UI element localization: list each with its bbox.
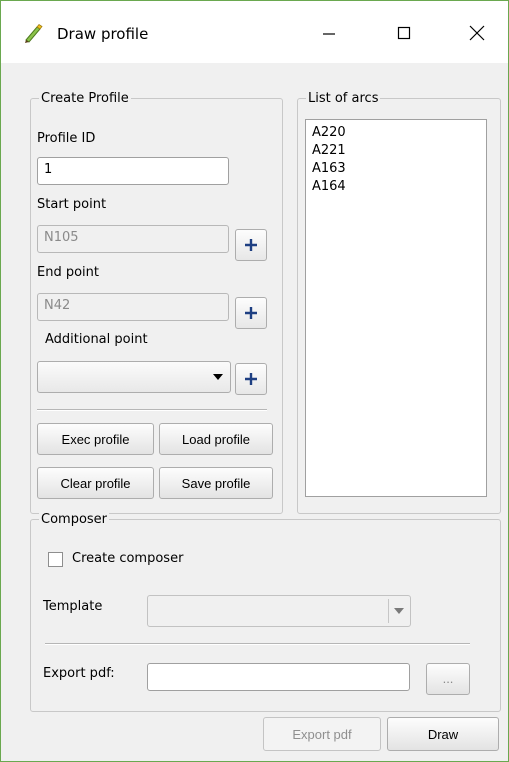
- export-pdf-label: Export pdf:: [43, 666, 115, 681]
- template-dropdown[interactable]: [147, 595, 411, 627]
- load-profile-button[interactable]: Load profile: [159, 423, 273, 455]
- close-icon: [469, 25, 485, 41]
- minimize-icon: [323, 33, 335, 35]
- maximize-icon: [397, 26, 411, 40]
- title-bar: Draw profile: [1, 1, 508, 63]
- profile-id-input[interactable]: 1: [37, 157, 229, 185]
- composer-separator: [45, 643, 470, 645]
- window-title: Draw profile: [57, 25, 149, 43]
- close-button[interactable]: [454, 15, 500, 51]
- profile-id-label: Profile ID: [37, 131, 96, 146]
- list-item[interactable]: A221: [312, 142, 480, 160]
- chevron-down-icon: [388, 599, 408, 623]
- plus-icon: [245, 307, 257, 319]
- create-composer-label[interactable]: Create composer: [72, 551, 183, 566]
- end-point-label: End point: [37, 265, 99, 280]
- create-profile-legend: Create Profile: [39, 90, 131, 107]
- export-pdf-button[interactable]: Export pdf: [263, 717, 381, 751]
- plus-icon: [245, 239, 257, 251]
- template-label: Template: [43, 599, 103, 614]
- add-additional-point-button[interactable]: [235, 363, 267, 395]
- save-profile-button[interactable]: Save profile: [159, 467, 273, 499]
- add-end-point-button[interactable]: [235, 297, 267, 329]
- create-profile-separator: [37, 409, 267, 411]
- additional-point-label: Additional point: [45, 332, 148, 347]
- chevron-down-icon: [208, 365, 228, 389]
- draw-profile-window: Draw profile Create Profile Profile ID 1…: [0, 0, 509, 762]
- qgis-pencil-icon: [23, 23, 43, 43]
- list-item[interactable]: A164: [312, 178, 480, 196]
- plus-icon: [245, 373, 257, 385]
- end-point-field: N42: [37, 293, 229, 321]
- list-item[interactable]: A220: [312, 124, 480, 142]
- draw-button[interactable]: Draw: [387, 717, 499, 751]
- add-start-point-button[interactable]: [235, 229, 267, 261]
- create-composer-checkbox[interactable]: [48, 552, 63, 567]
- start-point-field: N105: [37, 225, 229, 253]
- additional-point-dropdown[interactable]: [37, 361, 231, 393]
- list-item[interactable]: A163: [312, 160, 480, 178]
- maximize-button[interactable]: [381, 15, 427, 51]
- arcs-list[interactable]: A220 A221 A163 A164: [305, 119, 487, 497]
- minimize-button[interactable]: [306, 15, 352, 51]
- clear-profile-button[interactable]: Clear profile: [37, 467, 154, 499]
- composer-legend: Composer: [39, 511, 110, 528]
- list-of-arcs-legend: List of arcs: [306, 90, 381, 107]
- browse-button[interactable]: ...: [426, 663, 470, 695]
- start-point-label: Start point: [37, 197, 107, 212]
- exec-profile-button[interactable]: Exec profile: [37, 423, 154, 455]
- export-pdf-path-input[interactable]: [147, 663, 410, 691]
